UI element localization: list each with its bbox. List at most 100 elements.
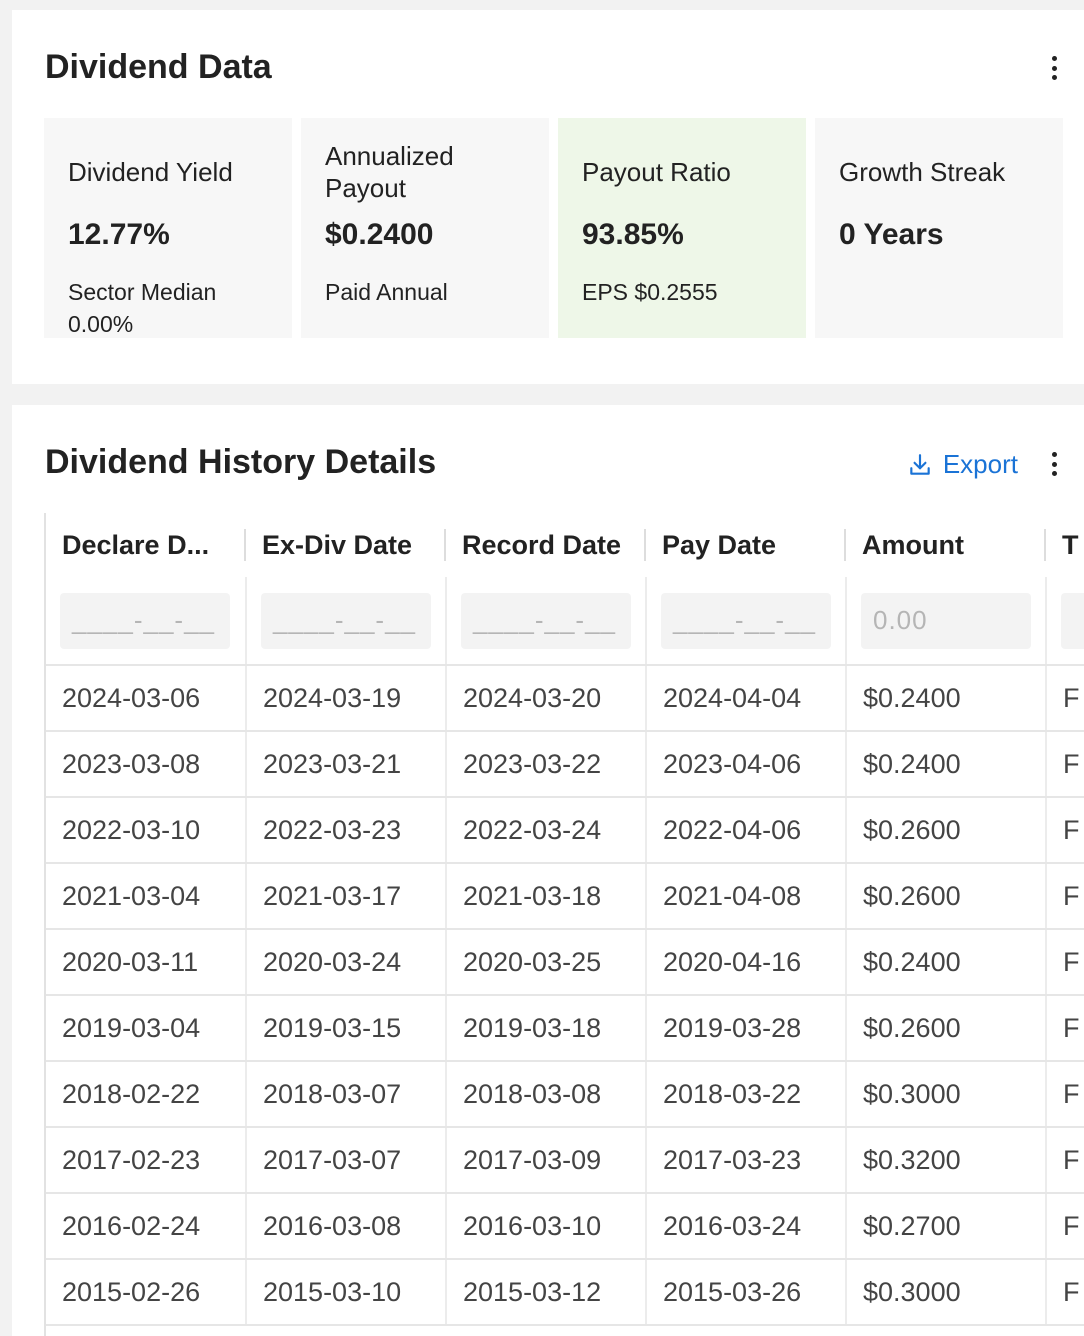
- pay-date-cell: 2023-04-06: [645, 731, 846, 798]
- metric-value: 93.85%: [582, 218, 684, 251]
- pay-date-cell: 2019-03-28: [645, 995, 846, 1062]
- pay-date-cell: 2020-04-16: [645, 929, 846, 996]
- ex-div-date-cell: 2024-03-19: [245, 665, 446, 732]
- type-filter[interactable]: [1061, 592, 1084, 649]
- record-date-cell: 2017-03-09: [445, 1127, 646, 1194]
- declare-date-cell: 2018-02-22: [46, 1061, 246, 1128]
- metric-value: $0.2400: [325, 218, 434, 251]
- declare-date-cell: 2024-03-06: [46, 665, 246, 732]
- metric-sub: Paid Annual: [325, 279, 448, 305]
- table-row: 2019-03-04 2019-03-15 2019-03-18 2019-03-28…: [46, 995, 1084, 1062]
- ex-div-date-cell: 2017-03-07: [245, 1127, 446, 1194]
- metric-sub: EPS $0.2555: [582, 279, 718, 305]
- declare-date-cell: 2023-03-08: [46, 731, 246, 798]
- amount-cell: $0.3000: [845, 1259, 1046, 1326]
- more-options-icon[interactable]: [1044, 449, 1064, 479]
- dividend-history-title: Dividend History Details: [45, 443, 437, 481]
- amount-cell: $0.3200: [845, 1127, 1046, 1194]
- ex-div-date-cell: 2018-03-07: [245, 1061, 446, 1128]
- pay-date-filter[interactable]: ____-__-__: [661, 592, 831, 649]
- table-header-row: Declare D... Ex-Div Date Record Date Pay…: [46, 513, 1084, 577]
- column-header-declare-date[interactable]: Declare D...: [46, 513, 246, 577]
- type-cell: F: [1045, 1193, 1084, 1260]
- type-cell: F: [1045, 1259, 1084, 1326]
- pay-date-cell: 2022-04-06: [645, 797, 846, 864]
- type-cell: F: [1045, 863, 1084, 930]
- declare-date-cell: 2017-02-23: [46, 1127, 246, 1194]
- record-date-cell: 2015-03-12: [445, 1259, 646, 1326]
- type-cell: F: [1045, 797, 1084, 864]
- ex-div-date-cell: 2021-03-17: [245, 863, 446, 930]
- record-date-cell: 2022-03-24: [445, 797, 646, 864]
- metric-label: Growth Streak: [839, 157, 1006, 187]
- amount-filter[interactable]: 0.00: [861, 592, 1031, 649]
- table-row: 2015-02-26 2015-03-10 2015-03-12 2015-03-26…: [46, 1259, 1084, 1326]
- dividend-data-title: Dividend Data: [45, 48, 272, 86]
- declare-date-filter[interactable]: ____-__-__: [60, 592, 230, 649]
- column-header-pay-date[interactable]: Pay Date: [646, 513, 846, 577]
- record-date-cell: 2024-03-20: [445, 665, 646, 732]
- declare-date-cell: 2016-02-24: [46, 1193, 246, 1260]
- column-header-amount[interactable]: Amount: [846, 513, 1046, 577]
- ex-div-date-cell: 2015-03-10: [245, 1259, 446, 1326]
- metric-label: Payout Ratio: [582, 157, 731, 187]
- amount-cell: $0.2400: [845, 731, 1046, 798]
- pay-date-cell: 2021-04-08: [645, 863, 846, 930]
- amount-cell: $0.3000: [845, 1061, 1046, 1128]
- record-date-cell: 2020-03-25: [445, 929, 646, 996]
- column-header-label: Amount: [862, 529, 964, 560]
- amount-cell: $0.2400: [845, 665, 1046, 732]
- metric-growth-streak: Growth Streak 0 Years: [815, 118, 1063, 338]
- column-header-label: T: [1062, 529, 1079, 560]
- ex-div-date-filter[interactable]: ____-__-__: [261, 592, 431, 649]
- table-row: 2024-03-06 2024-03-19 2024-03-20 2024-04-04…: [46, 665, 1084, 732]
- pay-date-cell: 2017-03-23: [645, 1127, 846, 1194]
- export-button[interactable]: Export: [907, 449, 1018, 480]
- pay-date-cell: 2016-03-24: [645, 1193, 846, 1260]
- record-date-filter[interactable]: ____-__-__: [461, 592, 631, 649]
- column-header-label: Declare D...: [62, 529, 210, 560]
- pay-date-cell: 2018-03-22: [645, 1061, 846, 1128]
- type-cell: F: [1045, 1127, 1084, 1194]
- metric-payout-ratio: Payout Ratio 93.85% EPS $0.2555: [558, 118, 806, 338]
- ex-div-date-cell: 2020-03-24: [245, 929, 446, 996]
- record-date-cell: 2019-03-18: [445, 995, 646, 1062]
- filter-row: ____-__-__ ____-__-__ ____-__-__ ____-__…: [46, 577, 1084, 666]
- type-cell: F: [1045, 1061, 1084, 1128]
- column-header-ex-div-date[interactable]: Ex-Div Date: [246, 513, 446, 577]
- metric-sub: Sector Median 0.00%: [68, 279, 217, 337]
- declare-date-cell: 2021-03-04: [46, 863, 246, 930]
- more-options-icon[interactable]: [1044, 53, 1064, 83]
- amount-cell: $0.2600: [845, 797, 1046, 864]
- dividend-history-table: Declare D... Ex-Div Date Record Date Pay…: [44, 513, 1084, 1336]
- amount-cell: $0.2700: [845, 1193, 1046, 1260]
- declare-date-cell: 2019-03-04: [46, 995, 246, 1062]
- declare-date-cell: 2020-03-11: [46, 929, 246, 996]
- type-cell: F: [1045, 665, 1084, 732]
- table-row: 2017-02-23 2017-03-07 2017-03-09 2017-03-23…: [46, 1127, 1084, 1194]
- amount-cell: $0.2600: [845, 863, 1046, 930]
- metric-label: Annualized Payout: [325, 141, 454, 203]
- column-header-record-date[interactable]: Record Date: [446, 513, 646, 577]
- type-cell: F: [1045, 995, 1084, 1062]
- table-row: 2018-02-22 2018-03-07 2018-03-08 2018-03-22…: [46, 1061, 1084, 1128]
- export-label: Export: [942, 449, 1018, 479]
- metric-tiles: Dividend Yield 12.77% Sector Median 0.00…: [44, 118, 1063, 338]
- declare-date-cell: 2022-03-10: [46, 797, 246, 864]
- record-date-cell: 2021-03-18: [445, 863, 646, 930]
- amount-cell: $0.2400: [845, 929, 1046, 996]
- download-icon: [910, 453, 930, 475]
- declare-date-cell: 2015-02-26: [46, 1259, 246, 1326]
- column-header-type[interactable]: T: [1046, 513, 1084, 577]
- table-row: 2021-03-04 2021-03-17 2021-03-18 2021-04-08…: [46, 863, 1084, 930]
- column-header-label: Pay Date: [662, 529, 777, 560]
- table-row: 2023-03-08 2023-03-21 2023-03-22 2023-04-06…: [46, 731, 1084, 798]
- dividend-data-card: Dividend Data Dividend Yield 12.77% Sect…: [12, 10, 1084, 384]
- column-header-label: Ex-Div Date: [262, 529, 413, 560]
- pay-date-cell: 2024-04-04: [645, 665, 846, 732]
- ex-div-date-cell: 2016-03-08: [245, 1193, 446, 1260]
- pay-date-cell: 2015-03-26: [645, 1259, 846, 1326]
- table-row: 2016-02-24 2016-03-08 2016-03-10 2016-03-24…: [46, 1193, 1084, 1260]
- amount-cell: $0.2600: [845, 995, 1046, 1062]
- table-row: 2020-03-11 2020-03-24 2020-03-25 2020-04-16…: [46, 929, 1084, 996]
